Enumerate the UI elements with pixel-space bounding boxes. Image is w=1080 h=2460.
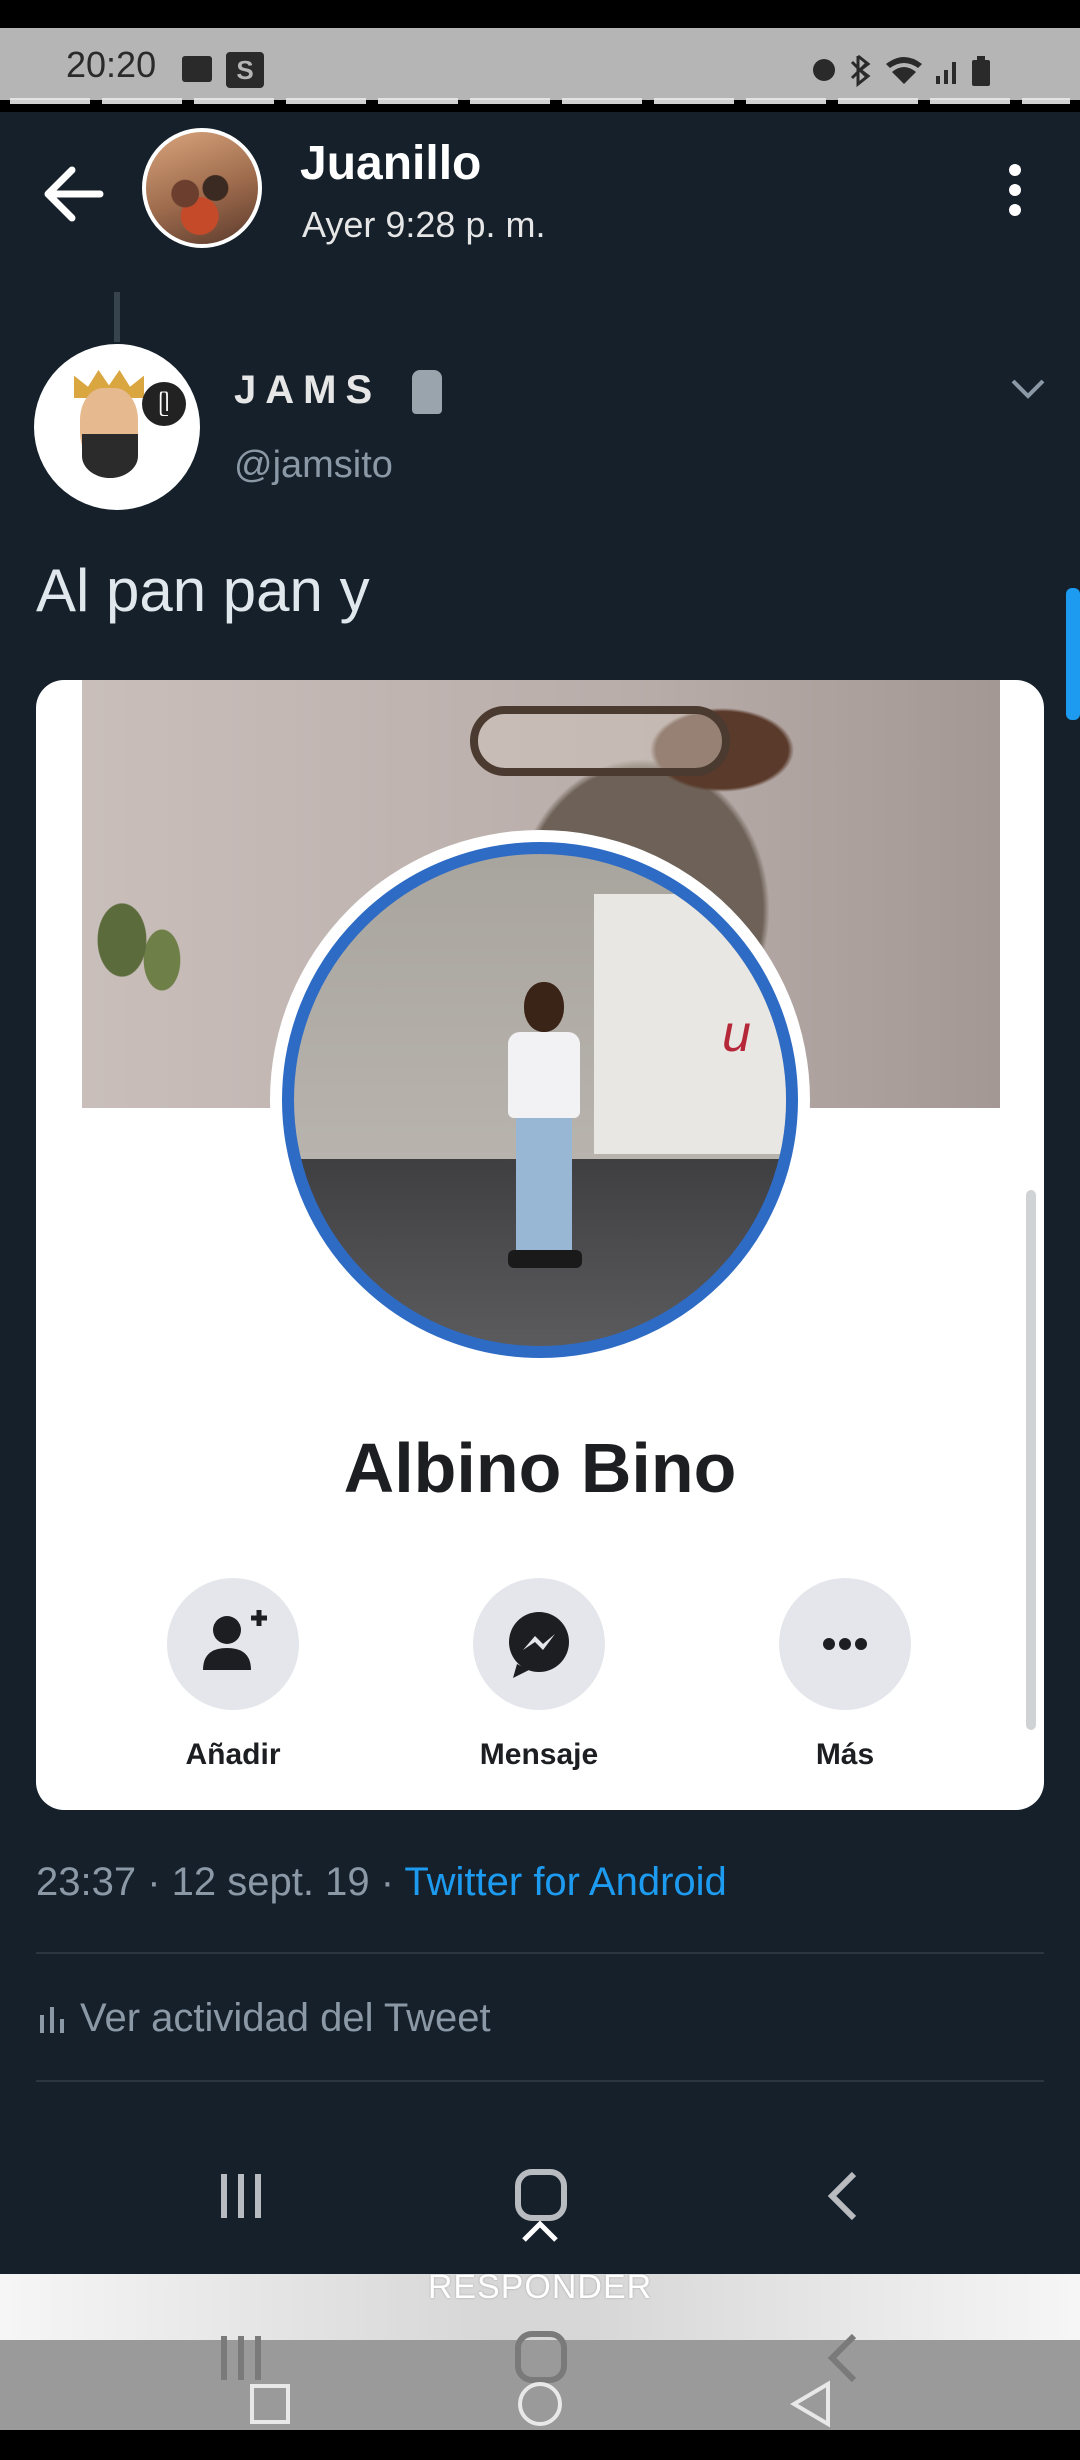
more-horizontal-icon xyxy=(823,1638,867,1650)
plant-detail xyxy=(82,880,192,1020)
chevron-down-icon[interactable] xyxy=(1010,378,1046,400)
logo-mark: u xyxy=(722,1005,751,1063)
circle-nav-icon[interactable] xyxy=(514,2378,566,2435)
speech-bubble-icon: ᥫ xyxy=(142,382,186,426)
bluetooth-icon xyxy=(850,54,871,88)
inner-scrollbar xyxy=(1026,1190,1036,1730)
status-icons xyxy=(810,52,1010,96)
glasses-detail xyxy=(470,706,730,776)
ghost-overlay xyxy=(10,98,1070,104)
chat-avatar[interactable] xyxy=(142,128,262,248)
back-icon xyxy=(810,2168,880,2224)
bottom-edge xyxy=(0,2430,1080,2460)
bar-chart-icon xyxy=(40,2007,64,2033)
wifi-icon xyxy=(886,57,922,84)
more-vert-icon[interactable] xyxy=(1000,164,1030,220)
chevron-up-icon[interactable] xyxy=(520,2218,560,2244)
battery-icon xyxy=(972,60,990,86)
tweet-display-name[interactable]: JAMS xyxy=(234,368,381,413)
home-icon xyxy=(506,2168,576,2224)
scroll-indicator[interactable] xyxy=(1066,588,1080,720)
moai-emoji-icon xyxy=(412,370,442,414)
tweet-timestamp: 23:37 · 12 sept. 19 · xyxy=(36,1860,405,1904)
chat-last-seen: Ayer 9:28 p. m. xyxy=(302,204,546,245)
tweet-avatar[interactable]: ᥫ xyxy=(34,344,200,510)
back-button[interactable] xyxy=(38,160,106,228)
tweet-source-link[interactable]: Twitter for Android xyxy=(404,1860,726,1904)
add-friend-icon xyxy=(203,1610,267,1670)
messenger-icon xyxy=(509,1612,569,1678)
profile-name: Albino Bino xyxy=(343,1429,737,1507)
divider xyxy=(36,2080,1044,2082)
thread-line xyxy=(114,292,120,342)
reply-button[interactable]: RESPONDER xyxy=(0,2268,1080,2307)
alarm-icon xyxy=(813,59,835,81)
back-arrow-icon xyxy=(44,166,104,222)
divider xyxy=(36,1952,1044,1954)
tweet-meta: 23:37 · 12 sept. 19 · Twitter for Androi… xyxy=(36,1860,727,1905)
gallery-icon xyxy=(182,56,212,82)
more-button[interactable]: Más xyxy=(770,1578,920,1772)
profile-picture: u xyxy=(282,842,798,1358)
chat-name[interactable]: Juanillo xyxy=(300,136,481,191)
tweet-handle[interactable]: @jamsito xyxy=(234,444,393,487)
signal-icon xyxy=(936,76,940,84)
status-time: 20:20 xyxy=(66,44,157,85)
square-nav-icon[interactable] xyxy=(246,2380,294,2433)
tweet-text: Al pan pan y xyxy=(36,557,370,624)
message-button[interactable]: Mensaje xyxy=(464,1578,614,1772)
tweet-activity-link[interactable]: Ver actividad del Tweet xyxy=(36,1996,491,2041)
recent-apps-icon xyxy=(206,2168,276,2224)
s-app-icon: S xyxy=(226,52,264,88)
triangle-back-nav-icon[interactable] xyxy=(786,2378,838,2435)
add-friend-button[interactable]: Añadir xyxy=(158,1578,308,1772)
